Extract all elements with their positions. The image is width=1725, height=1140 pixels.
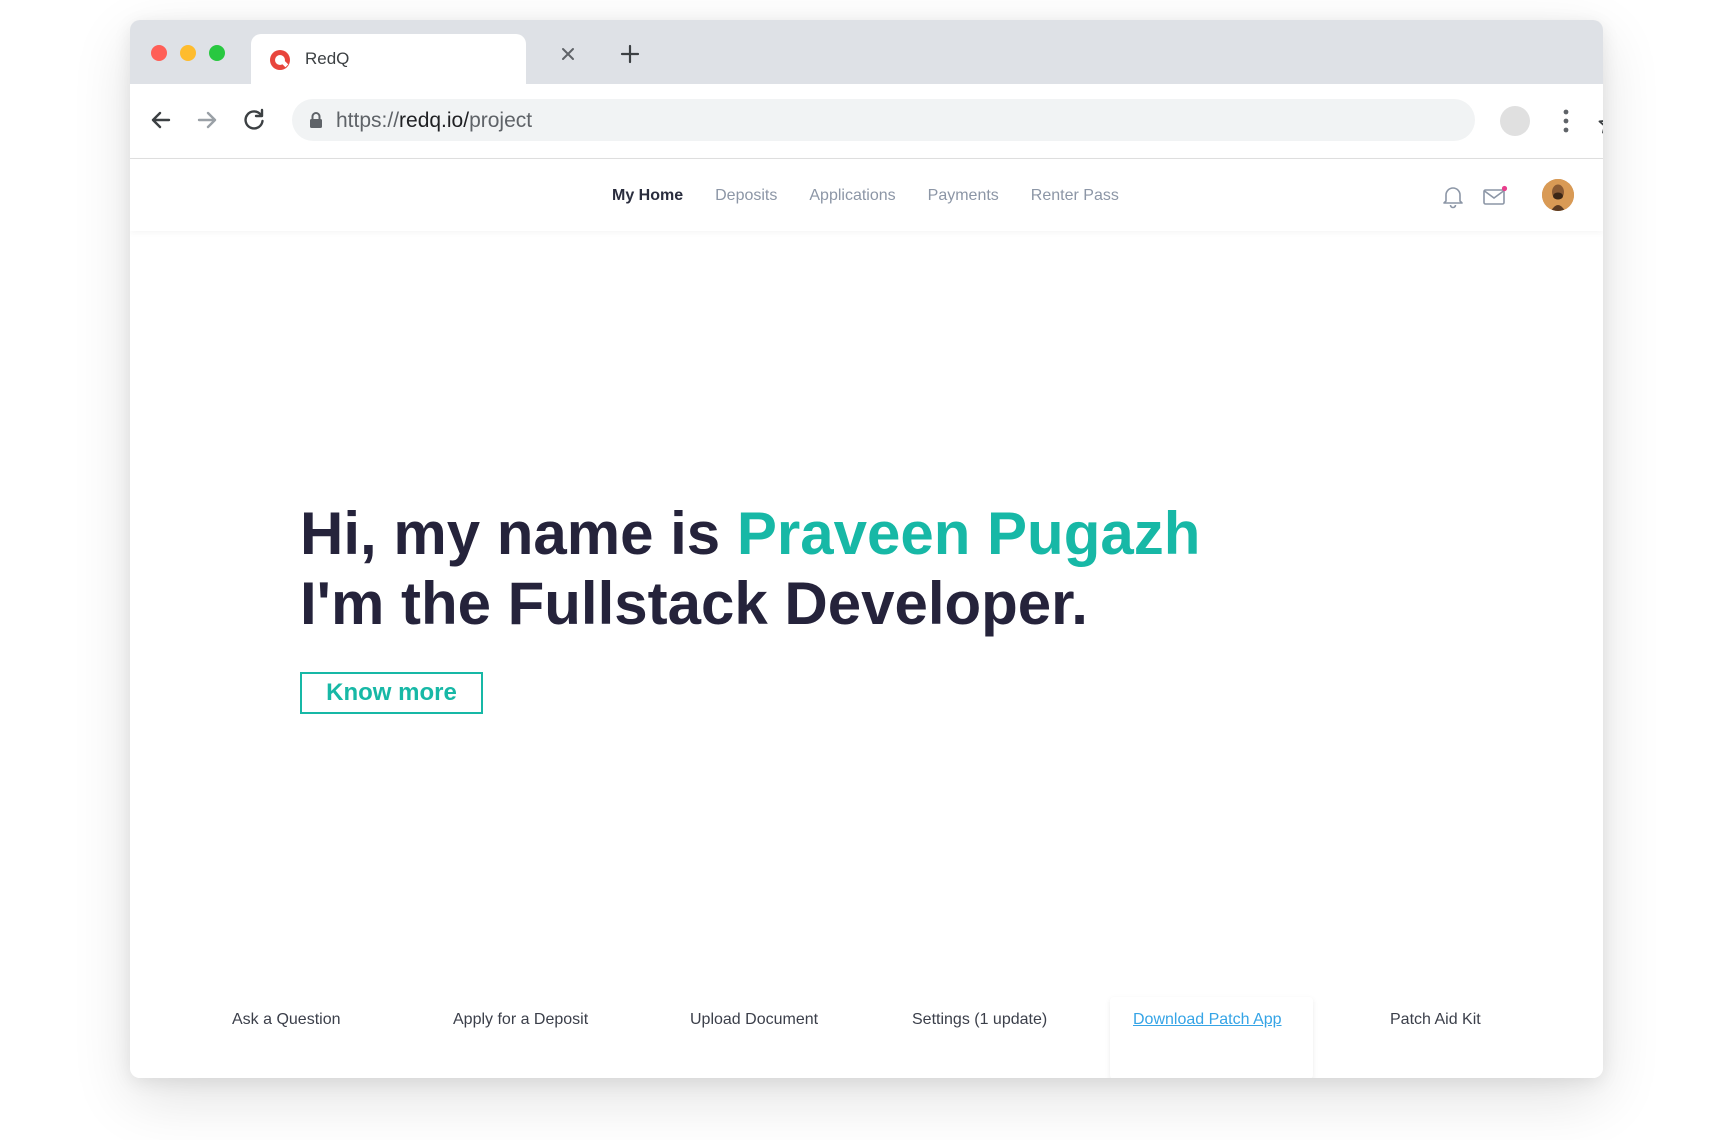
url-text: https://redq.io/project xyxy=(336,109,532,133)
bell-icon[interactable] xyxy=(1440,183,1466,209)
tab-title: RedQ xyxy=(305,49,350,68)
page-viewport: My Home Deposits Applications Payments R… xyxy=(130,159,1603,1078)
title-bar: RedQ xyxy=(130,20,1603,84)
address-bar[interactable]: https://redq.io/project xyxy=(292,99,1603,141)
know-more-button[interactable]: Know more xyxy=(300,672,483,714)
plus-icon[interactable] xyxy=(620,44,640,64)
close-icon[interactable] xyxy=(560,46,576,62)
nav-applications[interactable]: Applications xyxy=(809,187,895,205)
nav-payments[interactable]: Payments xyxy=(928,187,999,205)
footer-links: Ask a Question Apply for a Deposit Uploa… xyxy=(130,997,1603,1047)
footer-link-apply-deposit[interactable]: Apply for a Deposit xyxy=(453,1011,588,1029)
footer-link-download-patch-app[interactable]: Download Patch App xyxy=(1133,1011,1282,1029)
footer-link-settings[interactable]: Settings (1 update) xyxy=(912,1011,1047,1029)
browser-toolbar: https://redq.io/project xyxy=(130,84,1603,159)
footer-link-patch-aid-kit[interactable]: Patch Aid Kit xyxy=(1390,1011,1481,1029)
maximize-window-button[interactable] xyxy=(209,45,225,61)
back-arrow-icon[interactable] xyxy=(147,106,175,134)
mail-icon[interactable] xyxy=(1482,183,1508,209)
nav-renter-pass[interactable]: Renter Pass xyxy=(1031,187,1119,205)
hero-intro: Hi, my name is xyxy=(300,500,737,567)
url-host: redq.io/ xyxy=(399,109,470,132)
site-nav: My Home Deposits Applications Payments R… xyxy=(612,187,1151,205)
nav-my-home[interactable]: My Home xyxy=(612,187,683,205)
lock-icon xyxy=(310,112,322,128)
forward-arrow-icon[interactable] xyxy=(193,106,221,134)
url-path: project xyxy=(469,109,533,132)
footer-link-ask-question[interactable]: Ask a Question xyxy=(232,1011,341,1029)
kebab-menu-icon[interactable] xyxy=(1562,108,1570,134)
redq-favicon xyxy=(270,50,290,70)
browser-tab[interactable]: RedQ xyxy=(251,34,526,84)
hero-role: I'm the Fullstack Developer. xyxy=(300,570,1088,637)
browser-window: RedQ https://redq.io/project My Home Dep… xyxy=(130,20,1603,1078)
url-scheme: https:// xyxy=(336,109,400,132)
reload-icon[interactable] xyxy=(240,106,268,134)
avatar-portrait xyxy=(1542,179,1574,211)
user-avatar[interactable] xyxy=(1542,179,1574,211)
nav-deposits[interactable]: Deposits xyxy=(715,187,777,205)
profile-icon[interactable] xyxy=(1500,106,1530,136)
hero-heading: Hi, my name is Praveen Pugazh I'm the Ful… xyxy=(300,499,1200,639)
close-window-button[interactable] xyxy=(151,45,167,61)
footer-link-upload-document[interactable]: Upload Document xyxy=(690,1011,818,1029)
hero-name: Praveen Pugazh xyxy=(736,500,1201,567)
site-header: My Home Deposits Applications Payments R… xyxy=(130,159,1603,231)
minimize-window-button[interactable] xyxy=(180,45,196,61)
star-icon[interactable] xyxy=(1597,112,1603,136)
